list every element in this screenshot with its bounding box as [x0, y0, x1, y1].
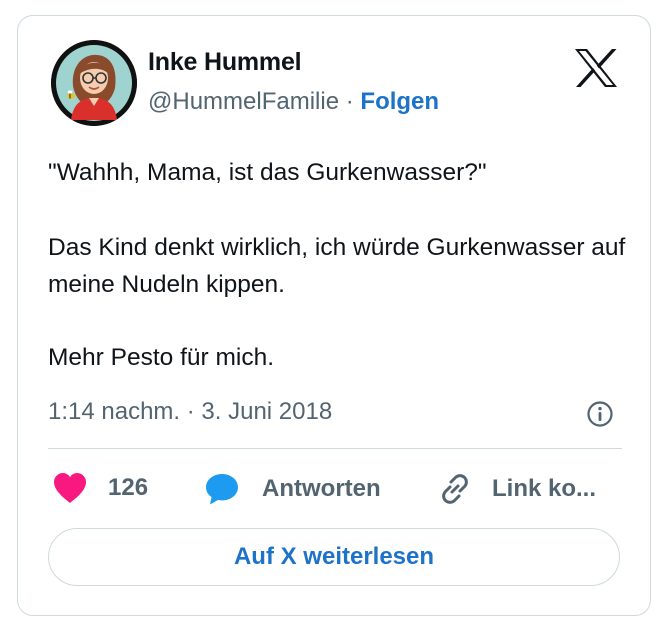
reply-bubble-icon: [206, 474, 238, 505]
read-more-button[interactable]: Auf X weiterlesen: [48, 528, 620, 586]
tweet-paragraph: Das Kind denkt wirklich, ich würde Gurke…: [48, 234, 626, 298]
tweet-text: "Wahhh, Mama, ist das Gurkenwasser?" Das…: [48, 154, 628, 376]
tweet-paragraph: "Wahhh, Mama, ist das Gurkenwasser?": [48, 159, 487, 186]
reply-label: Antworten: [262, 475, 381, 502]
reply-button[interactable]: Antworten: [204, 472, 381, 506]
avatar[interactable]: [51, 40, 137, 126]
author-meta: @HummelFamilie · Folgen: [148, 88, 439, 116]
avatar-image: [51, 40, 137, 126]
tweet-card: Inke Hummel @HummelFamilie · Folgen "Wah…: [17, 15, 651, 616]
like-button[interactable]: 126: [52, 472, 148, 504]
meta-separator: ·: [345, 88, 354, 115]
tweet-timestamp[interactable]: 1:14 nachm. · 3. Juni 2018: [48, 398, 332, 426]
follow-button[interactable]: Folgen: [360, 88, 439, 115]
link-icon: [442, 474, 468, 504]
copy-link-button[interactable]: Link ko...: [438, 472, 596, 506]
author-name[interactable]: Inke Hummel: [148, 48, 302, 77]
x-logo-icon[interactable]: [574, 48, 618, 88]
divider: [48, 448, 622, 449]
author-handle[interactable]: @HummelFamilie: [148, 88, 339, 115]
like-count: 126: [108, 474, 149, 501]
copy-link-label: Link ko...: [492, 475, 597, 502]
tweet-paragraph: Mehr Pesto für mich.: [48, 344, 275, 371]
info-icon[interactable]: [586, 400, 614, 428]
heart-icon: [54, 473, 86, 503]
